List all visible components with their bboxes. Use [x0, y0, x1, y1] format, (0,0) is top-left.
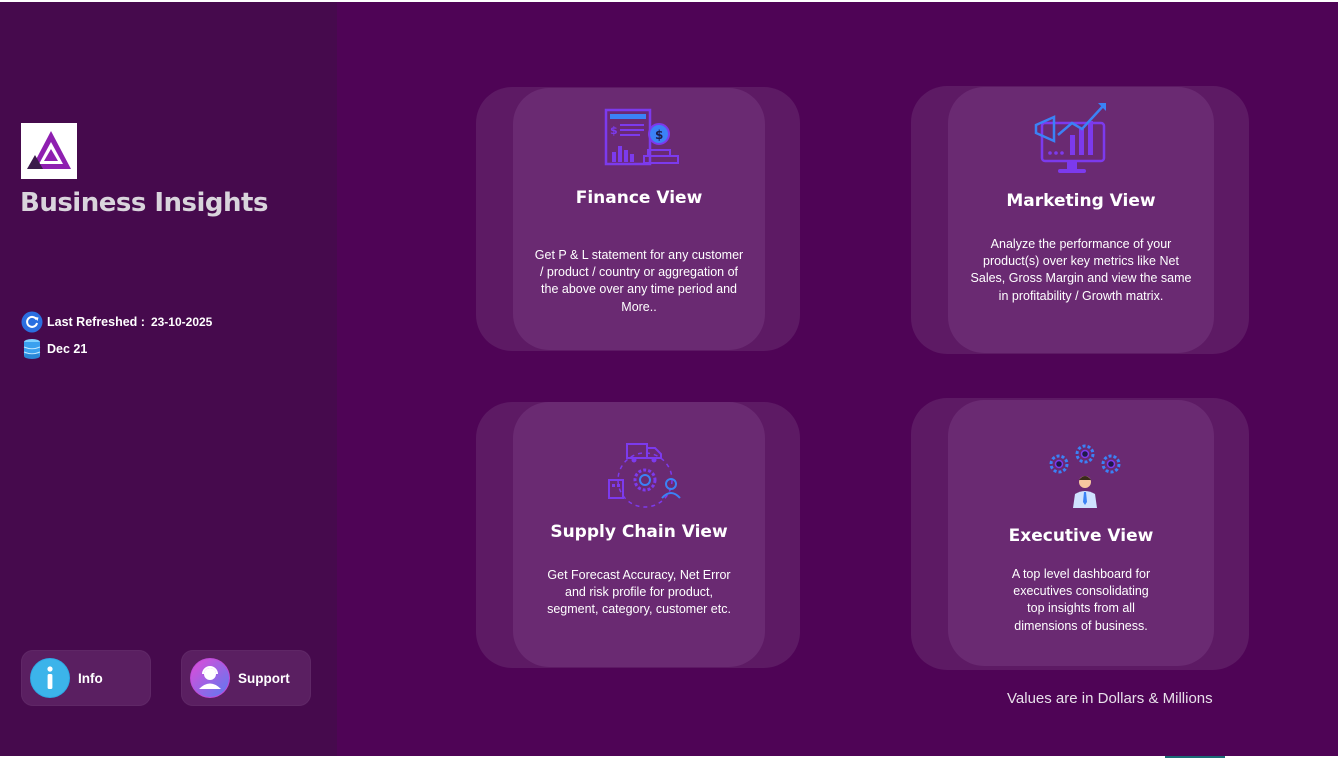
- sidebar: Business Insights Last Refreshed : 23-10…: [0, 2, 337, 756]
- refresh-icon: [21, 311, 43, 333]
- executive-view-description: A top level dashboard for executives con…: [1011, 567, 1151, 633]
- app-canvas: Business Insights Last Refreshed : 23-10…: [0, 2, 1338, 756]
- supply-chain-view-description: Get Forecast Accuracy, Net Error and ris…: [547, 568, 731, 617]
- marketing-view-card[interactable]: Marketing View Analyze the performance o…: [948, 87, 1214, 353]
- info-icon: [30, 658, 70, 698]
- refresh-label: Last Refreshed :: [47, 315, 145, 329]
- data-period-value: Dec 21: [47, 342, 88, 356]
- supply-chain-view-card[interactable]: Supply Chain View Get Forecast Accuracy,…: [513, 402, 765, 667]
- finance-report-icon: $ $: [604, 108, 680, 171]
- support-button-label: Support: [238, 670, 290, 686]
- database-icon: [21, 338, 43, 360]
- company-logo: [21, 123, 77, 179]
- finance-view-description: Get P & L statement for any customer / p…: [534, 248, 744, 314]
- support-agent-icon: [190, 658, 230, 698]
- app-title: Business Insights: [20, 188, 268, 218]
- supply-chain-view-title: Supply Chain View: [550, 522, 728, 542]
- marketing-view-title: Marketing View: [1006, 191, 1156, 211]
- svg-text:$: $: [610, 124, 618, 137]
- executive-gears-icon: [1046, 442, 1126, 515]
- marketing-growth-icon: [1034, 101, 1110, 180]
- finance-view-title: Finance View: [575, 188, 703, 208]
- executive-view-card[interactable]: Executive View A top level dashboard for…: [948, 400, 1214, 666]
- data-period: Dec 21: [21, 338, 87, 360]
- last-refreshed: Last Refreshed : 23-10-2025: [21, 311, 212, 333]
- executive-view-title: Executive View: [1008, 526, 1154, 546]
- info-button[interactable]: Info: [21, 650, 151, 706]
- support-button[interactable]: Support: [181, 650, 311, 706]
- finance-view-card[interactable]: $ $ Finance View Get P & L statement for…: [513, 88, 765, 350]
- refresh-date: 23-10-2025: [150, 315, 213, 329]
- info-button-label: Info: [78, 670, 103, 686]
- units-footnote: Values are in Dollars & Millions: [1007, 690, 1213, 707]
- supply-chain-icon: [607, 440, 683, 515]
- svg-text:$: $: [655, 128, 663, 142]
- marketing-view-description: Analyze the performance of your product(…: [970, 237, 1192, 303]
